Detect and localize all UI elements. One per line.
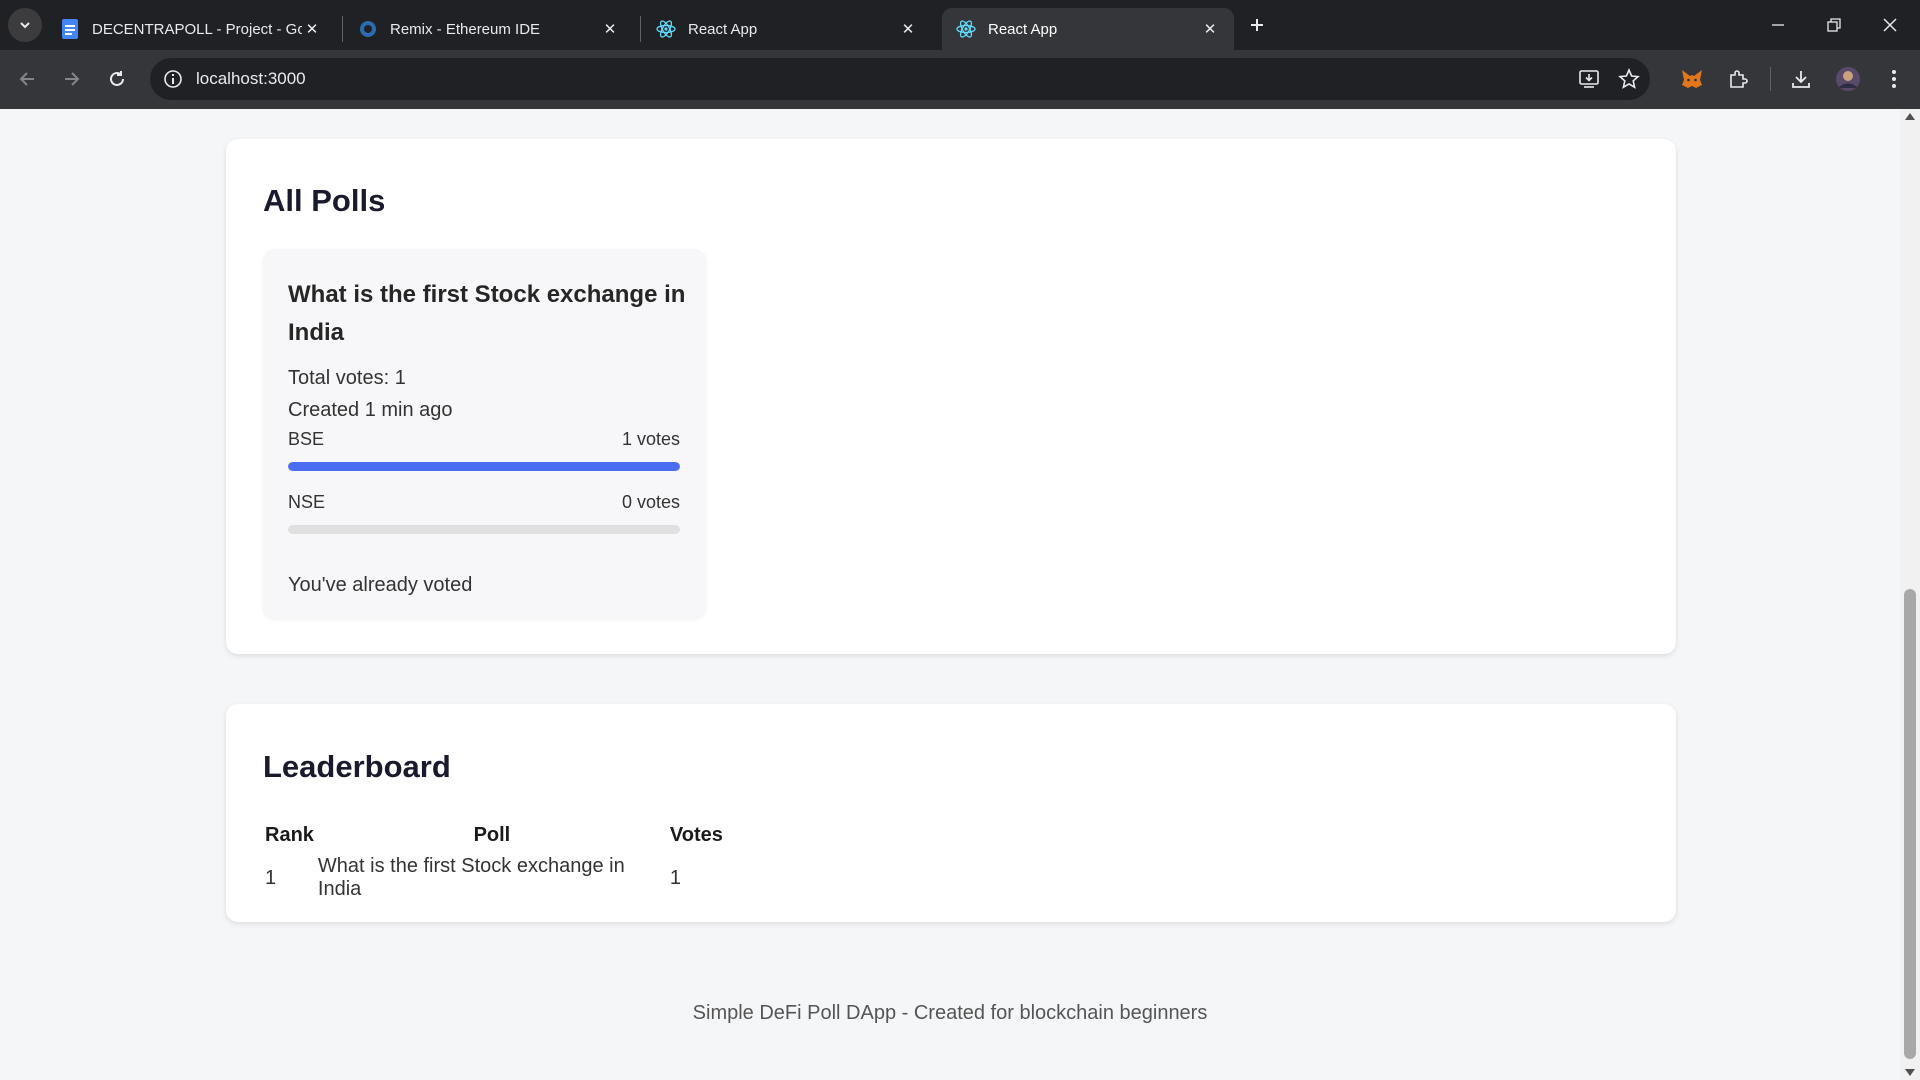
toolbar-divider <box>1770 67 1771 91</box>
restore-button[interactable] <box>1806 0 1862 50</box>
page-viewport: All Polls What is the first Stock exchan… <box>0 109 1900 1080</box>
option-progress-track <box>288 525 680 534</box>
option-votes: 1 votes <box>621 429 680 449</box>
remix-icon <box>358 19 378 39</box>
table-row: 1 What is the first Stock exchange in In… <box>263 853 725 903</box>
react-icon <box>656 19 676 39</box>
close-icon[interactable]: ✕ <box>898 19 918 39</box>
column-header-rank: Rank <box>265 824 314 846</box>
tab-title: Remix - Ethereum IDE <box>390 20 541 38</box>
poll-created-time: Created 1 min ago <box>288 399 453 421</box>
tab-remix-ide[interactable]: Remix - Ethereum IDE ✕ <box>344 8 634 50</box>
restore-icon <box>1827 18 1841 32</box>
column-header-votes: Votes <box>669 824 723 846</box>
browser-toolbar: localhost:3000 <box>0 50 1920 109</box>
tab-search-button[interactable] <box>8 8 42 42</box>
arrow-right-icon <box>65 72 80 86</box>
minimize-button[interactable] <box>1750 0 1806 50</box>
leaderboard-card: Leaderboard Rank Poll Votes 1 What is th… <box>226 704 1676 922</box>
leaderboard-title: Leaderboard <box>263 749 451 784</box>
tab-divider <box>342 16 343 42</box>
already-voted-status: You've already voted <box>288 574 473 596</box>
tab-react-app-active[interactable]: React App ✕ <box>942 8 1234 50</box>
back-button[interactable] <box>10 62 44 96</box>
plus-icon <box>1251 19 1263 31</box>
close-icon[interactable]: ✕ <box>600 19 620 39</box>
forward-button[interactable] <box>55 62 89 96</box>
new-tab-button[interactable] <box>1242 10 1272 40</box>
tab-title: React App <box>988 20 1058 38</box>
votes-cell: 1 <box>669 866 682 889</box>
all-polls-title: All Polls <box>263 183 386 218</box>
minimize-icon <box>1772 24 1784 26</box>
poll-option-nse[interactable]: NSE 0 votes <box>288 492 680 513</box>
react-icon <box>956 19 976 39</box>
option-progress-track <box>288 462 680 471</box>
option-label: NSE <box>288 492 326 512</box>
close-icon[interactable]: ✕ <box>1200 19 1220 39</box>
arrow-left-icon <box>19 72 34 86</box>
download-icon[interactable] <box>1785 63 1817 95</box>
star-icon[interactable] <box>1617 67 1641 91</box>
table-header-row: Rank Poll Votes <box>263 822 725 853</box>
option-label: BSE <box>288 429 325 449</box>
extensions-puzzle-icon[interactable] <box>1722 63 1754 95</box>
leaderboard-table: Rank Poll Votes 1 What is the first Stoc… <box>263 822 725 903</box>
poll-question: What is the first Stock exchange in Indi… <box>288 281 686 346</box>
address-bar[interactable]: localhost:3000 <box>150 58 1650 100</box>
tab-decentrapoll-doc[interactable]: DECENTRAPOLL - Project - Goo ✕ <box>46 8 336 50</box>
tab-react-app[interactable]: React App ✕ <box>642 8 932 50</box>
more-menu-icon[interactable] <box>1878 63 1910 95</box>
tab-title: DECENTRAPOLL - Project - Goo <box>92 20 302 38</box>
reload-button[interactable] <box>100 62 134 96</box>
metamask-extension-icon[interactable] <box>1676 63 1708 95</box>
poll-card: What is the first Stock exchange in Indi… <box>263 249 706 619</box>
scroll-up-icon[interactable] <box>1905 113 1915 120</box>
scroll-down-icon[interactable] <box>1905 1069 1915 1076</box>
profile-avatar[interactable] <box>1832 63 1864 95</box>
google-docs-icon <box>60 19 80 39</box>
browser-tabstrip: DECENTRAPOLL - Project - Goo ✕ Remix - E… <box>0 0 1920 50</box>
page-scrollbar[interactable] <box>1900 109 1920 1080</box>
reload-icon <box>110 71 124 86</box>
close-window-button[interactable] <box>1862 0 1918 50</box>
site-info-icon[interactable] <box>162 68 184 90</box>
install-app-icon[interactable] <box>1577 67 1601 91</box>
column-header-poll: Poll <box>473 824 511 846</box>
option-votes: 0 votes <box>621 492 680 512</box>
tab-divider <box>640 16 641 42</box>
scrollbar-thumb[interactable] <box>1904 589 1916 1059</box>
address-url[interactable]: localhost:3000 <box>196 69 306 89</box>
all-polls-card: All Polls What is the first Stock exchan… <box>226 139 1676 654</box>
chevron-down-icon <box>20 22 30 29</box>
close-icon <box>1883 18 1897 32</box>
tab-title: React App <box>688 20 758 38</box>
poll-total-votes: Total votes: 1 <box>288 367 406 389</box>
footer-text: Simple DeFi Poll DApp - Created for bloc… <box>692 1002 1208 1024</box>
close-icon[interactable]: ✕ <box>302 19 322 39</box>
option-progress-fill <box>288 462 680 471</box>
poll-cell: What is the first Stock exchange in Indi… <box>317 855 625 900</box>
poll-option-bse[interactable]: BSE 1 votes <box>288 429 680 450</box>
rank-cell: 1 <box>265 866 277 889</box>
